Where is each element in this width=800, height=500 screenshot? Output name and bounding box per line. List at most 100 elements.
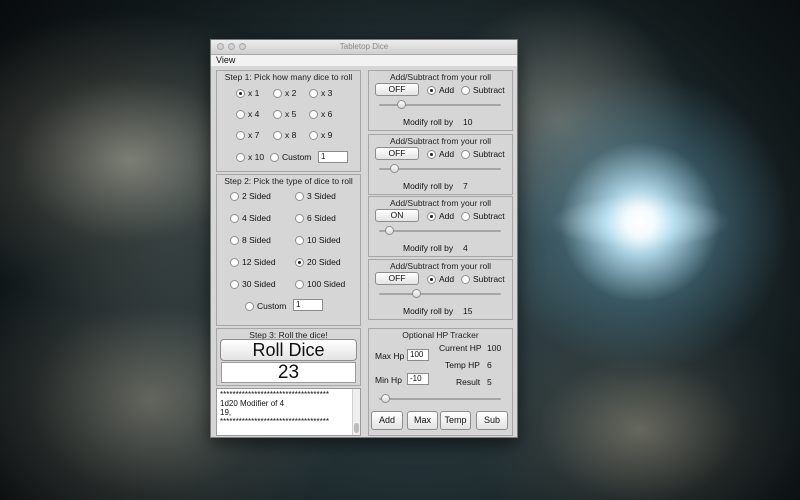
dice-count-option[interactable]: x 6: [309, 108, 332, 120]
menu-view[interactable]: View: [216, 55, 235, 65]
radio-button[interactable]: [236, 152, 245, 162]
dice-count-option[interactable]: x 2: [273, 87, 296, 99]
radio-button[interactable]: [309, 130, 318, 140]
radio-button[interactable]: [295, 257, 304, 267]
dice-type-option[interactable]: 6 Sided: [295, 212, 336, 224]
modifier-slider-knob[interactable]: [389, 164, 399, 173]
option-label: 20 Sided: [307, 257, 341, 267]
option-label: 10 Sided: [307, 235, 341, 245]
log-line: ***********************************: [220, 390, 329, 399]
radio-button[interactable]: [273, 88, 282, 98]
zoom-window-button[interactable]: [239, 43, 246, 50]
max-hp-input[interactable]: 100: [407, 349, 429, 361]
dice-count-custom-option[interactable]: Custom: [270, 151, 311, 163]
hp-max-button[interactable]: Max: [407, 411, 438, 430]
dice-type-option[interactable]: 100 Sided: [295, 278, 345, 290]
radio-button[interactable]: [461, 211, 470, 221]
modifier-subtract-option[interactable]: Subtract: [461, 84, 505, 96]
hp-temp-button[interactable]: Temp: [440, 411, 471, 430]
radio-button[interactable]: [270, 152, 279, 162]
dice-type-option[interactable]: 20 Sided: [295, 256, 341, 268]
radio-button[interactable]: [427, 149, 436, 159]
dice-type-option[interactable]: 8 Sided: [230, 234, 271, 246]
modifier-slider-track[interactable]: [379, 293, 501, 295]
modifier-toggle-button[interactable]: OFF: [375, 147, 419, 160]
radio-button[interactable]: [427, 211, 436, 221]
modifier-slider-knob[interactable]: [384, 226, 394, 235]
modifier-subtract-option[interactable]: Subtract: [461, 210, 505, 222]
dice-type-option[interactable]: 4 Sided: [230, 212, 271, 224]
radio-button[interactable]: [273, 130, 282, 140]
radio-button[interactable]: [309, 88, 318, 98]
dice-count-custom-input[interactable]: 1: [318, 151, 348, 163]
modifier-add-option[interactable]: Add: [427, 210, 454, 222]
dice-count-option[interactable]: x 7: [236, 129, 259, 141]
log-scrollbar-thumb[interactable]: [354, 423, 359, 433]
modifier-toggle-button[interactable]: OFF: [375, 83, 419, 96]
dice-type-option[interactable]: 2 Sided: [230, 190, 271, 202]
log-line: 19,: [220, 408, 232, 417]
dice-type-option[interactable]: 3 Sided: [295, 190, 336, 202]
radio-button[interactable]: [427, 274, 436, 284]
app-window: Tabletop Dice View Step 1: Pick how many…: [210, 39, 518, 438]
modifier-slider-track[interactable]: [379, 230, 501, 232]
radio-button[interactable]: [461, 274, 470, 284]
min-hp-input[interactable]: -10: [407, 373, 429, 385]
dice-type-custom-input[interactable]: 1: [293, 299, 323, 311]
modifier-panel: Add/Subtract from your roll OFF Add Subtrac…: [368, 134, 513, 195]
radio-button[interactable]: [230, 235, 239, 245]
radio-button[interactable]: [427, 85, 436, 95]
modifier-slider-knob[interactable]: [411, 289, 421, 298]
radio-button[interactable]: [461, 85, 470, 95]
dice-type-option[interactable]: 30 Sided: [230, 278, 276, 290]
modifier-title: Add/Subtract from your roll: [389, 198, 492, 208]
modifier-subtract-option[interactable]: Subtract: [461, 148, 505, 160]
hp-sub-button[interactable]: Sub: [476, 411, 508, 430]
modifier-slider-knob[interactable]: [396, 100, 406, 109]
minimize-window-button[interactable]: [228, 43, 235, 50]
radio-button[interactable]: [295, 235, 304, 245]
modifier-subtract-option[interactable]: Subtract: [461, 273, 505, 285]
dice-count-option[interactable]: x 5: [273, 108, 296, 120]
modifier-add-option[interactable]: Add: [427, 148, 454, 160]
dice-type-option[interactable]: 12 Sided: [230, 256, 276, 268]
option-label: Add: [439, 211, 455, 221]
radio-button[interactable]: [230, 213, 239, 223]
radio-button[interactable]: [230, 257, 239, 267]
modify-roll-label: Modify roll by: [403, 243, 454, 253]
radio-button[interactable]: [230, 191, 239, 201]
radio-button[interactable]: [236, 130, 245, 140]
modifier-toggle-button[interactable]: OFF: [375, 272, 419, 285]
dice-count-option[interactable]: x 9: [309, 129, 332, 141]
modifier-title: Add/Subtract from your roll: [389, 72, 492, 82]
hp-slider-knob[interactable]: [381, 394, 391, 403]
radio-button[interactable]: [236, 88, 245, 98]
modifier-toggle-button[interactable]: ON: [375, 209, 419, 222]
radio-button[interactable]: [461, 149, 470, 159]
dice-type-option[interactable]: 10 Sided: [295, 234, 341, 246]
radio-button[interactable]: [273, 109, 282, 119]
close-window-button[interactable]: [217, 43, 224, 50]
log-scrollbar[interactable]: [352, 389, 360, 435]
radio-button[interactable]: [295, 191, 304, 201]
modifier-add-option[interactable]: Add: [427, 84, 454, 96]
roll-log[interactable]: *********************************** 1d20 …: [216, 388, 361, 436]
radio-button[interactable]: [295, 213, 304, 223]
dice-count-option[interactable]: x 4: [236, 108, 259, 120]
hp-add-button[interactable]: Add: [371, 411, 403, 430]
dice-count-option[interactable]: x 10: [236, 151, 264, 163]
dice-count-option[interactable]: x 8: [273, 129, 296, 141]
title-bar[interactable]: Tabletop Dice: [211, 40, 517, 55]
radio-button[interactable]: [309, 109, 318, 119]
hp-slider-track[interactable]: [379, 398, 501, 400]
dice-count-option[interactable]: x 3: [309, 87, 332, 99]
radio-button[interactable]: [245, 301, 254, 311]
modifier-add-option[interactable]: Add: [427, 273, 454, 285]
radio-button[interactable]: [295, 279, 304, 289]
radio-button[interactable]: [236, 109, 245, 119]
roll-dice-button[interactable]: Roll Dice: [220, 339, 357, 361]
dice-count-option[interactable]: x 1: [236, 87, 259, 99]
dice-type-custom-option[interactable]: Custom: [245, 300, 286, 312]
result-label: Result: [456, 377, 481, 387]
radio-button[interactable]: [230, 279, 239, 289]
